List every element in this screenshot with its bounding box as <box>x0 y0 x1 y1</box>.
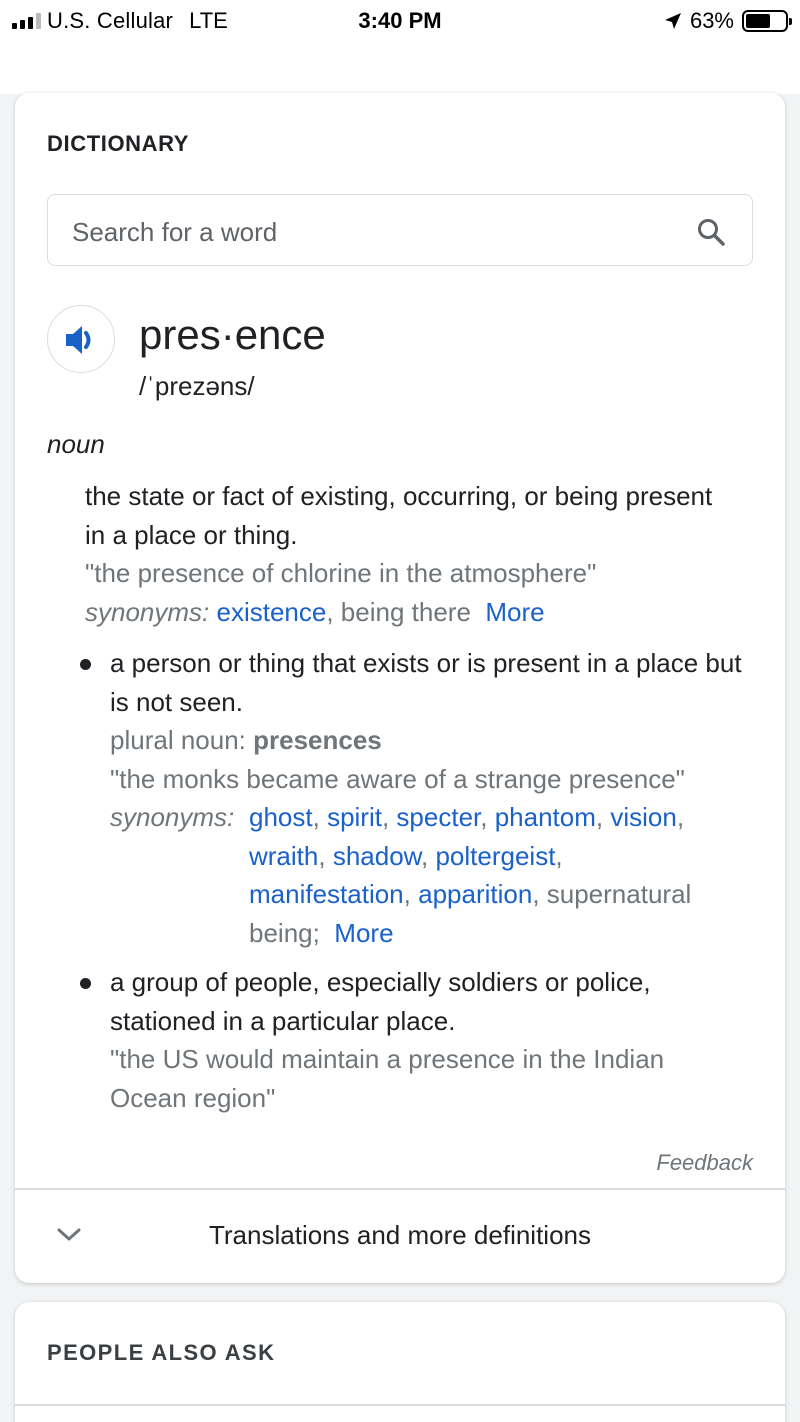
sense-3-example: "the US would maintain a presence in the… <box>110 1044 665 1113</box>
synonym-link[interactable]: ghost <box>249 802 313 832</box>
sense-1-example: "the presence of chlorine in the atmosph… <box>85 558 597 588</box>
search-placeholder: Search for a word <box>72 217 278 247</box>
synonym-link[interactable]: existence <box>217 597 327 627</box>
battery-icon <box>742 10 792 32</box>
people-also-ask-card: PEOPLE ALSO ASK <box>15 1302 785 1422</box>
synonym-link[interactable]: poltergeist <box>435 841 555 871</box>
people-also-ask-title: PEOPLE ALSO ASK <box>47 1340 276 1365</box>
search-icon[interactable] <box>696 217 726 247</box>
plural-value: presences <box>253 725 382 755</box>
synonym-plain: being there <box>340 596 471 627</box>
part-of-speech: noun <box>47 429 105 459</box>
divider <box>15 1404 785 1406</box>
search-input[interactable]: Search for a word <box>47 194 753 266</box>
more-synonyms-link[interactable]: More <box>334 918 393 948</box>
battery-percent: 63% <box>689 8 734 33</box>
translations-label: Translations and more definitions <box>208 1220 591 1250</box>
synonym-plain: supernatural <box>546 879 692 909</box>
dictionary-card: DICTIONARY Search for a word pres·ence /… <box>15 93 785 1283</box>
sense-2-definition: a person or thing that exists or is pres… <box>110 648 742 717</box>
location-arrow-icon <box>664 13 681 29</box>
sense-1: the state or fact of existing, occurring… <box>85 477 725 631</box>
synonym-link[interactable]: manifestation <box>249 879 404 909</box>
synonym-link[interactable]: phantom <box>495 802 596 832</box>
status-right: 63% <box>664 8 792 34</box>
synonyms-label: synonyms: <box>85 596 210 627</box>
sense-2-plural: plural noun: presences <box>110 721 760 760</box>
divider <box>15 1188 785 1190</box>
battery-level <box>746 14 770 28</box>
card-title: DICTIONARY <box>47 131 190 156</box>
synonyms-label: synonyms: <box>110 802 235 832</box>
sense-3: a group of people, especially soldiers o… <box>110 963 740 1117</box>
sense-3-definition: a group of people, especially soldiers o… <box>110 967 651 1036</box>
synonym-link[interactable]: specter <box>396 802 480 832</box>
synonym-link[interactable]: spirit <box>327 802 382 832</box>
synonym-link[interactable]: apparition <box>418 879 532 909</box>
sense-2: a person or thing that exists or is pres… <box>110 644 760 952</box>
pronunciation-button[interactable] <box>47 305 115 373</box>
sense-2-example: "the monks became aware of a strange pre… <box>110 763 685 794</box>
phonetic-spelling: /ˈprezəns/ <box>139 371 255 401</box>
headword: pres·ence <box>139 311 326 358</box>
plural-label: plural noun: <box>110 725 246 755</box>
sense-1-synonyms: synonyms: existence, being there More <box>85 596 545 627</box>
synonym-link[interactable]: shadow <box>333 841 421 871</box>
synonym-link[interactable]: vision <box>610 802 676 832</box>
sense-2-synonyms: synonyms: ghost, spirit, specter, phanto… <box>110 798 760 952</box>
synonym-plain: being; <box>249 917 320 948</box>
speaker-icon <box>66 326 91 354</box>
bullet-icon <box>80 978 91 989</box>
more-synonyms-link[interactable]: More <box>485 597 544 627</box>
synonym-link[interactable]: wraith <box>249 841 318 871</box>
sense-1-definition: the state or fact of existing, occurring… <box>85 481 713 550</box>
top-band <box>0 44 800 94</box>
feedback-link[interactable]: Feedback <box>656 1150 753 1176</box>
status-bar: U.S. Cellular LTE 3:40 PM 63% <box>0 0 800 44</box>
bullet-icon <box>80 659 91 670</box>
